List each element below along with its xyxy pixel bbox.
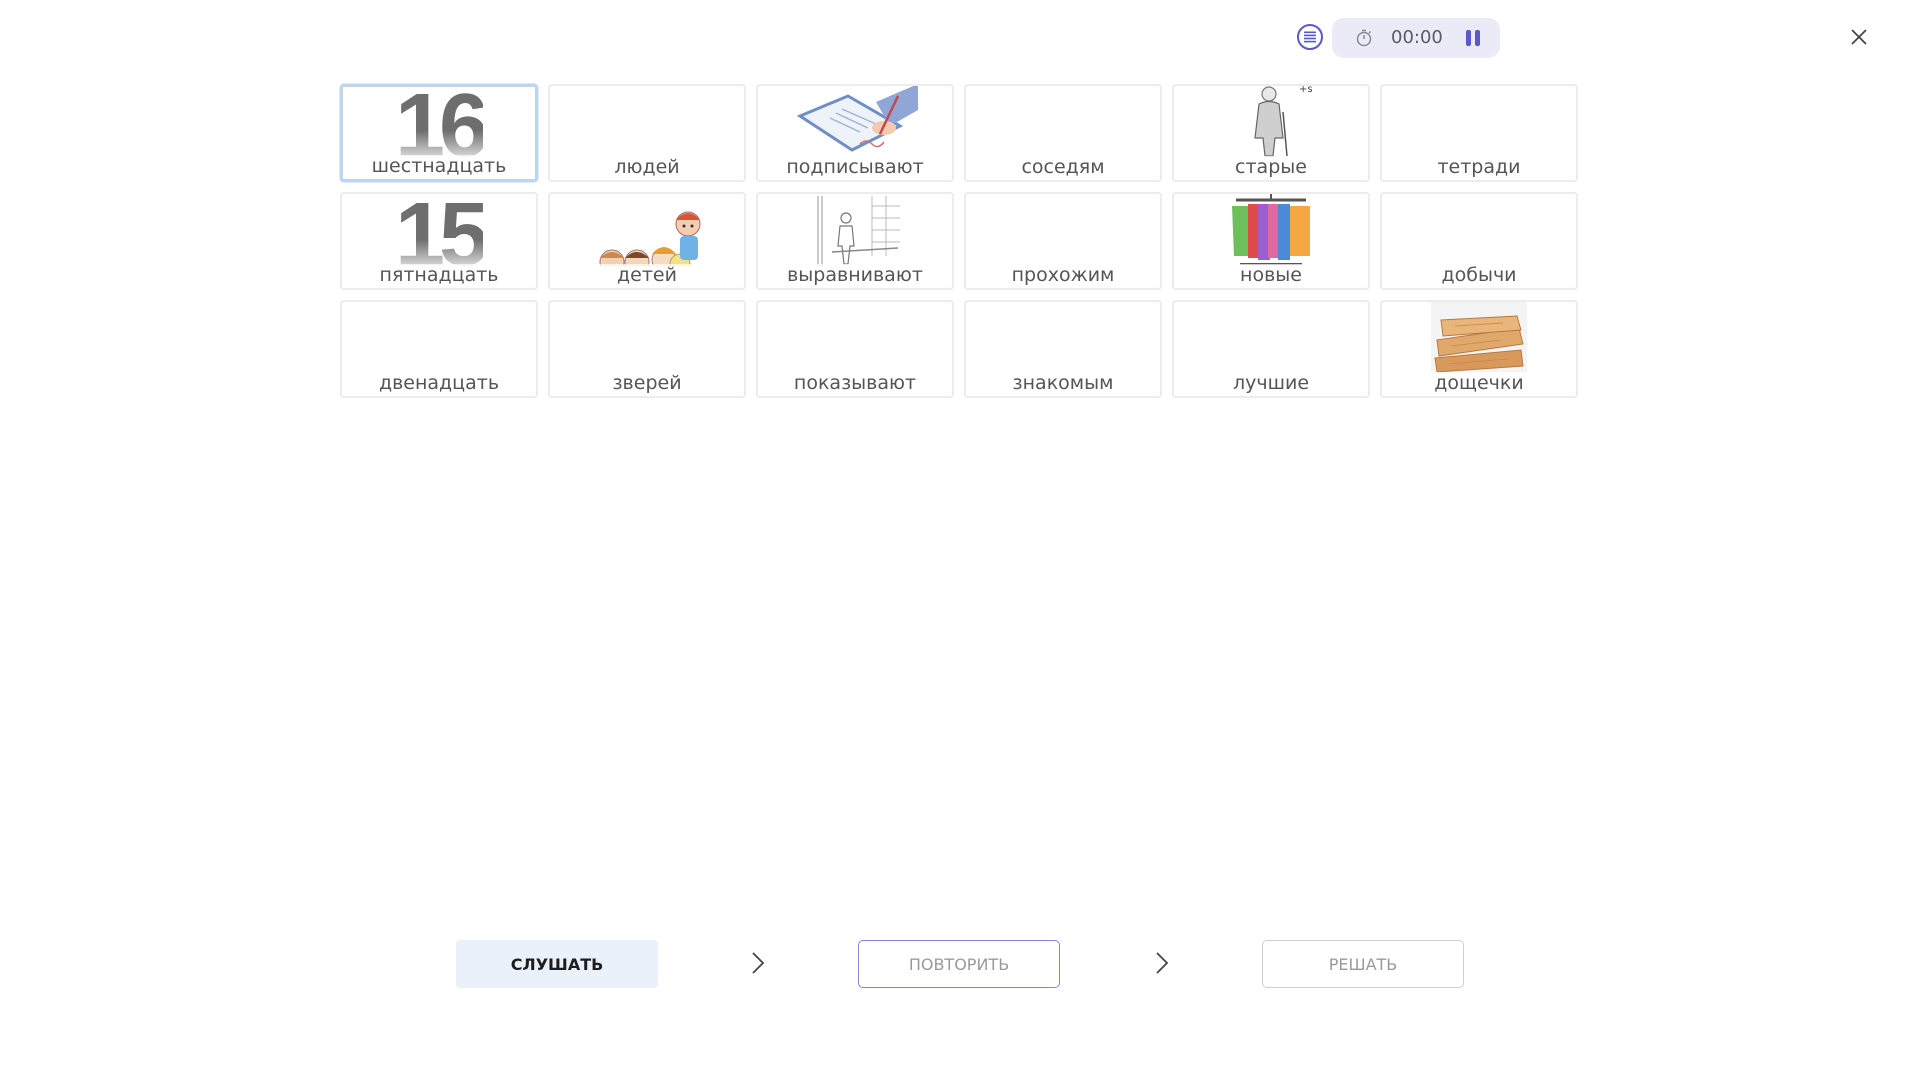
word-card[interactable]: 16 шестнадцать [340, 84, 538, 182]
pause-button[interactable] [1460, 26, 1486, 50]
number-picture: 15 [394, 200, 484, 266]
word-card[interactable]: соседям [964, 84, 1162, 182]
clothes-rack-image [1174, 194, 1368, 266]
repeat-button[interactable]: ПОВТОРИТЬ [858, 940, 1060, 988]
exercise-screen: 00:00 16 шестнадцать людей подписывают с… [0, 0, 1920, 1080]
list-toggle-button[interactable] [1297, 24, 1323, 50]
card-label: старые [1174, 156, 1368, 178]
card-label: лучшие [1174, 372, 1368, 394]
word-card[interactable]: прохожим [964, 192, 1162, 290]
card-label: выравнивают [758, 264, 952, 286]
old-man-image: +s [1174, 86, 1368, 158]
list-icon [1304, 31, 1316, 43]
timer-panel: 00:00 [1332, 18, 1500, 58]
card-label: прохожим [966, 264, 1160, 286]
card-label: тетради [1382, 156, 1576, 178]
card-label: шестнадцать [343, 155, 535, 177]
word-card[interactable]: людей [548, 84, 746, 182]
word-card[interactable]: зверей [548, 300, 746, 398]
word-card-grid: 16 шестнадцать людей подписывают соседям… [340, 84, 1580, 398]
solve-button[interactable]: РЕШАТЬ [1262, 940, 1464, 988]
card-picture: 15 [342, 194, 536, 266]
word-card[interactable]: новые [1172, 192, 1370, 290]
word-card[interactable]: детей [548, 192, 746, 290]
word-card[interactable]: лучшие [1172, 300, 1370, 398]
card-picture: 16 [343, 87, 535, 157]
word-card[interactable]: добычи [1380, 192, 1578, 290]
number-picture: 16 [394, 91, 484, 157]
card-label: подписывают [758, 156, 952, 178]
children-image [550, 194, 744, 266]
card-label: добычи [1382, 264, 1576, 286]
word-card[interactable]: показывают [756, 300, 954, 398]
card-label: двенадцать [342, 372, 536, 394]
chevron-right-icon [1156, 952, 1169, 974]
word-card[interactable]: тетради [1380, 84, 1578, 182]
signing-contract-image [758, 86, 952, 158]
card-label: пятнадцать [342, 264, 536, 286]
svg-text:+s: +s [1299, 84, 1313, 95]
aligning-image [758, 194, 952, 266]
word-card[interactable]: +s старые [1172, 84, 1370, 182]
word-card[interactable]: знакомым [964, 300, 1162, 398]
card-label: новые [1174, 264, 1368, 286]
card-label: зверей [550, 372, 744, 394]
stopwatch-icon [1356, 29, 1372, 47]
word-card[interactable]: 15 пятнадцать [340, 192, 538, 290]
card-label: знакомым [966, 372, 1160, 394]
card-label: людей [550, 156, 744, 178]
word-card[interactable]: подписывают [756, 84, 954, 182]
word-card[interactable]: выравнивают [756, 192, 954, 290]
chevron-right-icon [752, 952, 765, 974]
pause-icon [1464, 30, 1482, 46]
listen-button[interactable]: СЛУШАТЬ [456, 940, 658, 988]
timer-display: 00:00 [1391, 27, 1443, 48]
word-card[interactable]: дощечки [1380, 300, 1578, 398]
card-label: детей [550, 264, 744, 286]
wooden-planks-image [1382, 302, 1576, 374]
card-label: дощечки [1382, 372, 1576, 394]
word-card[interactable]: двенадцать [340, 300, 538, 398]
card-label: соседям [966, 156, 1160, 178]
close-icon[interactable] [1844, 22, 1874, 52]
card-label: показывают [758, 372, 952, 394]
